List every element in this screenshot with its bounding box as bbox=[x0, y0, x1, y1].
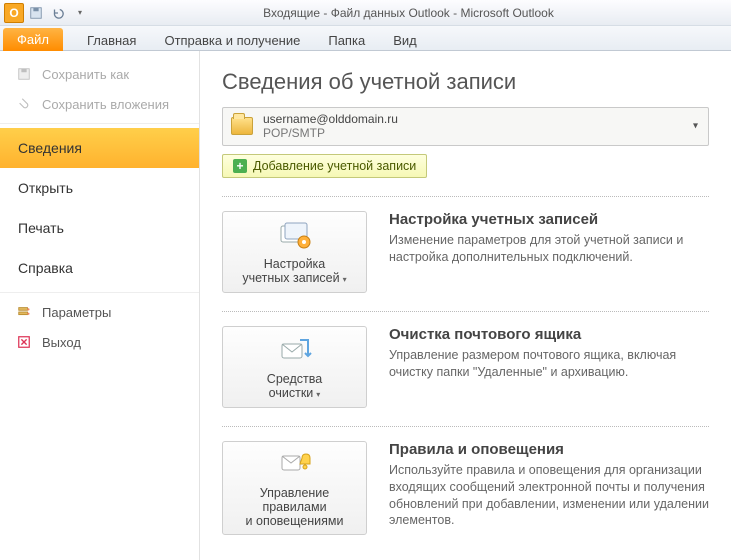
sidebar-options[interactable]: Параметры bbox=[0, 297, 199, 327]
divider bbox=[222, 426, 709, 427]
sidebar-info[interactable]: Сведения bbox=[0, 128, 199, 168]
divider bbox=[222, 196, 709, 197]
chevron-down-icon: ▾ bbox=[693, 121, 698, 132]
add-account-button[interactable]: + Добавление учетной записи bbox=[222, 154, 427, 178]
cleanup-tools-button[interactable]: Средства очистки▾ bbox=[222, 326, 367, 408]
button-label-line1: Настройка bbox=[264, 257, 326, 271]
divider bbox=[0, 292, 199, 293]
section-rules: Управление правилами и оповещениями Прав… bbox=[222, 441, 709, 535]
button-label-line2: очистки bbox=[269, 386, 314, 400]
account-protocol: POP/SMTP bbox=[263, 126, 398, 140]
button-label-line1: Средства bbox=[267, 372, 322, 386]
account-email: username@olddomain.ru bbox=[263, 112, 398, 126]
section-title: Очистка почтового ящика bbox=[389, 326, 709, 343]
section-cleanup: Средства очистки▾ Очистка почтового ящик… bbox=[222, 326, 709, 408]
sidebar-item-label: Сохранить как bbox=[42, 67, 129, 82]
app-icon[interactable]: O bbox=[4, 3, 24, 23]
rules-alerts-button[interactable]: Управление правилами и оповещениями bbox=[222, 441, 367, 535]
section-description: Изменение параметров для этой учетной за… bbox=[389, 232, 709, 266]
attachment-icon bbox=[16, 96, 32, 112]
section-title: Правила и оповещения bbox=[389, 441, 709, 458]
quick-access-toolbar: O ▾ bbox=[4, 3, 90, 23]
button-label-line2: и оповещениями bbox=[246, 514, 344, 528]
sidebar-help[interactable]: Справка bbox=[0, 248, 199, 288]
chevron-down-icon: ▾ bbox=[316, 390, 320, 399]
add-account-label: Добавление учетной записи bbox=[253, 159, 416, 173]
qat-dropdown-icon[interactable]: ▾ bbox=[70, 3, 90, 23]
section-account-settings: Настройка учетных записей ▾ Настройка уче… bbox=[222, 211, 709, 293]
tab-folder[interactable]: Папка bbox=[314, 26, 379, 50]
sidebar-item-label: Сохранить вложения bbox=[42, 97, 169, 112]
window-title: Входящие - Файл данных Outlook - Microso… bbox=[90, 6, 727, 20]
section-title: Настройка учетных записей bbox=[389, 211, 709, 228]
rules-icon bbox=[278, 450, 312, 480]
undo-icon[interactable] bbox=[48, 3, 68, 23]
save-as-icon bbox=[16, 66, 32, 82]
backstage-sidebar: Сохранить как Сохранить вложения Сведени… bbox=[0, 51, 200, 560]
exit-icon bbox=[16, 334, 32, 350]
tab-file[interactable]: Файл bbox=[3, 28, 63, 51]
button-label-line2: учетных записей bbox=[242, 271, 339, 285]
sidebar-print[interactable]: Печать bbox=[0, 208, 199, 248]
cleanup-icon bbox=[278, 336, 312, 366]
tab-view[interactable]: Вид bbox=[379, 26, 431, 50]
chevron-down-icon: ▾ bbox=[343, 275, 347, 284]
sidebar-save-as: Сохранить как bbox=[0, 59, 199, 89]
sidebar-item-label: Параметры bbox=[42, 305, 111, 320]
tab-send-receive[interactable]: Отправка и получение bbox=[150, 26, 314, 50]
sidebar-exit[interactable]: Выход bbox=[0, 327, 199, 357]
options-icon bbox=[16, 304, 32, 320]
account-picker[interactable]: username@olddomain.ru POP/SMTP ▾ bbox=[222, 107, 709, 146]
sidebar-item-label: Выход bbox=[42, 335, 81, 350]
section-description: Используйте правила и оповещения для орг… bbox=[389, 462, 709, 530]
tab-home[interactable]: Главная bbox=[73, 26, 150, 50]
section-description: Управление размером почтового ящика, вкл… bbox=[389, 347, 709, 381]
sidebar-open[interactable]: Открыть bbox=[0, 168, 199, 208]
folder-icon bbox=[231, 117, 253, 135]
account-settings-icon bbox=[278, 221, 312, 251]
ribbon-tabs: Файл Главная Отправка и получение Папка … bbox=[0, 26, 731, 51]
divider bbox=[0, 123, 199, 124]
plus-icon: + bbox=[233, 159, 247, 173]
account-settings-button[interactable]: Настройка учетных записей ▾ bbox=[222, 211, 367, 293]
title-bar: O ▾ Входящие - Файл данных Outlook - Mic… bbox=[0, 0, 731, 26]
button-label-line1: Управление правилами bbox=[260, 486, 330, 514]
sidebar-save-attachments: Сохранить вложения bbox=[0, 89, 199, 119]
page-title: Сведения об учетной записи bbox=[222, 69, 709, 95]
divider bbox=[222, 311, 709, 312]
content-pane: Сведения об учетной записи username@oldd… bbox=[200, 51, 731, 560]
save-qat-icon[interactable] bbox=[26, 3, 46, 23]
